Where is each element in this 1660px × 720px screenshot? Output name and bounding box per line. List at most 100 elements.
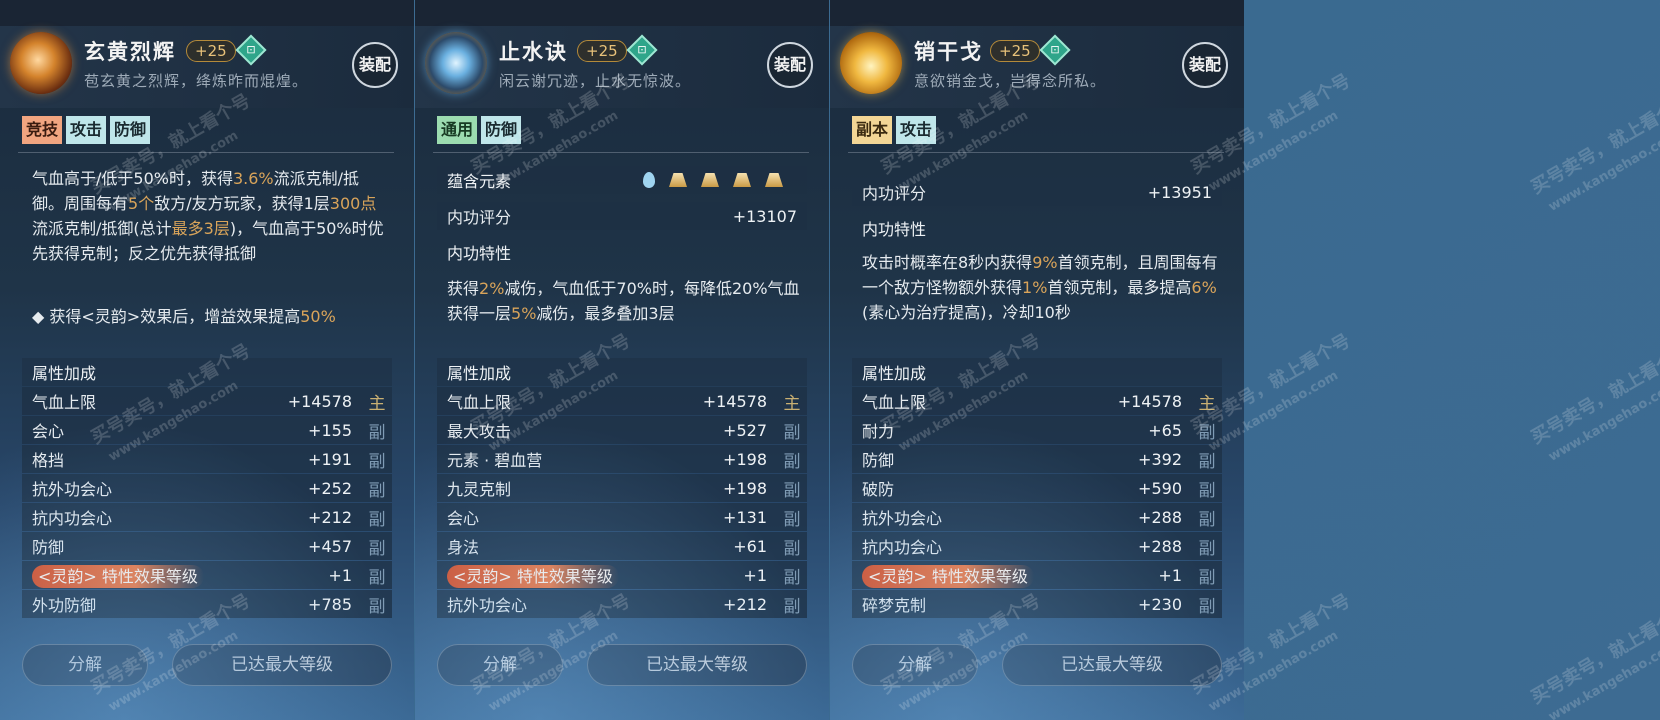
card-xuanhuang: 玄黄烈辉 +25 ⊡ 苞玄黄之烈辉，绛炼昨而焜煌。 装配 竞技 攻击 防御 气血… — [0, 0, 414, 720]
desc-text: 流派克制/抵御(总计 — [32, 219, 172, 238]
stat-label: 耐力 — [862, 422, 895, 441]
card-header: 玄黄烈辉 +25 ⊡ 苞玄黄之烈辉，绛炼昨而焜煌。 装配 — [0, 26, 414, 108]
lock-icon[interactable]: ⊡ — [235, 34, 267, 66]
stat-label: 气血上限 — [862, 393, 927, 412]
card-subtitle: 闲云谢冗迹，止水无惊波。 — [499, 72, 692, 90]
stat-label: 抗内功会心 — [862, 538, 943, 557]
highlight-value: 2% — [479, 279, 505, 298]
element-row: 蕴含元素 — [437, 166, 807, 194]
stat-label: 抗内功会心 — [32, 509, 113, 528]
section-label: 属性加成 — [32, 364, 97, 383]
stat-row: 格挡 +191 副 — [22, 445, 392, 473]
equip-button[interactable]: 装配 — [352, 42, 398, 88]
stat-value: +131 — [723, 507, 767, 527]
desc-text: 气血高于/低于50%时，获得 — [32, 169, 233, 188]
max-level-button[interactable]: 已达最大等级 — [172, 644, 392, 686]
stat-value: +288 — [1138, 507, 1182, 527]
card-top-bar — [415, 0, 829, 26]
stat-label: <灵韵> 特性效果等级 — [437, 563, 687, 588]
stat-kind: 副 — [368, 480, 386, 501]
max-level-button[interactable]: 已达最大等级 — [587, 644, 807, 686]
stat-label: 最大攻击 — [447, 422, 512, 441]
stat-kind: 副 — [368, 538, 386, 559]
stat-kind: 副 — [1198, 451, 1216, 472]
stat-kind: 副 — [368, 422, 386, 443]
stat-row: 会心 +131 副 — [437, 503, 807, 531]
stat-row: 身法 +61 副 — [437, 532, 807, 560]
stat-label: 抗外功会心 — [32, 480, 113, 499]
stat-value: +1 — [1158, 565, 1182, 585]
skill-gold-icon — [840, 32, 902, 94]
stat-value: +191 — [308, 449, 352, 469]
divider — [18, 152, 394, 153]
desc-text: (素心为治疗提高)，冷却10秒 — [862, 303, 1071, 322]
stat-value: +288 — [1138, 536, 1182, 556]
highlight-value: 1% — [1022, 278, 1048, 297]
stat-value: +590 — [1138, 478, 1182, 498]
stat-kind: 副 — [783, 596, 801, 617]
stat-row: 防御 +457 副 — [22, 532, 392, 560]
lock-icon[interactable]: ⊡ — [1039, 34, 1071, 66]
skill-fire-icon — [10, 32, 72, 94]
trait-header: 内功特性 — [447, 244, 512, 263]
tag-defense: 防御 — [481, 116, 522, 144]
stat-row: 抗外功会心 +212 副 — [437, 590, 807, 618]
equip-button[interactable]: 装配 — [767, 42, 813, 88]
stat-label: 身法 — [447, 538, 480, 557]
stat-kind: 副 — [368, 567, 386, 588]
card-top-bar — [830, 0, 1244, 26]
stat-label: 外功防御 — [32, 596, 97, 615]
stat-kind: 副 — [783, 451, 801, 472]
trait-bullet: ◆ 获得<灵韵>效果后，增益效果提高50% — [32, 304, 388, 329]
card-title: 玄黄烈辉 — [84, 40, 176, 64]
element-bell-icon — [733, 173, 751, 187]
level-badge: +25 — [990, 40, 1040, 62]
stat-kind: 副 — [1198, 567, 1216, 588]
card-top-bar — [0, 0, 414, 26]
stat-row: 抗外功会心 +252 副 — [22, 474, 392, 502]
card-subtitle: 意欲销金戈，岂得念所私。 — [914, 72, 1107, 90]
max-level-button[interactable]: 已达最大等级 — [1002, 644, 1222, 686]
trait-header: 内功特性 — [862, 220, 927, 239]
section-label: 属性加成 — [447, 364, 512, 383]
stat-value: +198 — [723, 449, 767, 469]
stat-row: 会心 +155 副 — [22, 416, 392, 444]
stat-label: 格挡 — [32, 451, 65, 470]
lock-icon[interactable]: ⊡ — [626, 34, 658, 66]
element-icons — [643, 172, 783, 188]
stat-kind: 副 — [368, 509, 386, 530]
decompose-button[interactable]: 分解 — [437, 644, 563, 686]
divider — [848, 152, 1224, 153]
stat-label: 会心 — [447, 509, 480, 528]
equip-button[interactable]: 装配 — [1182, 42, 1228, 88]
tag-attack: 攻击 — [66, 116, 107, 144]
stat-value: +14578 — [702, 391, 767, 411]
stat-kind: 主 — [1198, 393, 1216, 414]
stat-kind: 副 — [1198, 480, 1216, 501]
stat-kind: 副 — [783, 538, 801, 559]
tag-list: 副本 攻击 — [852, 116, 937, 144]
score-row: 内功评分 +13107 — [437, 202, 807, 230]
highlight-value: 6% — [1191, 278, 1217, 297]
desc-text: 首领克制，最多提高 — [1047, 278, 1192, 297]
stat-label: 元素 · 碧血营 — [447, 451, 543, 470]
stat-label: 破防 — [862, 480, 895, 499]
stat-value: +198 — [723, 478, 767, 498]
divider — [433, 152, 809, 153]
stat-label: <灵韵> 特性效果等级 — [852, 563, 1102, 588]
skill-water-icon — [425, 32, 487, 94]
stat-kind: 副 — [368, 451, 386, 472]
tag-attack: 攻击 — [896, 116, 937, 144]
watermark-url: www.kangehao.com — [1546, 128, 1660, 215]
card-title: 销干戈 — [914, 40, 983, 64]
stat-row: 气血上限 +14578 主 — [22, 387, 392, 415]
decompose-button[interactable]: 分解 — [852, 644, 978, 686]
highlight-value: 最多3层 — [171, 219, 230, 238]
stat-row: 元素 · 碧血营 +198 副 — [437, 445, 807, 473]
tag-list: 通用 防御 — [437, 116, 522, 144]
stat-value: +252 — [308, 478, 352, 498]
desc-text: ◆ 获得<灵韵>效果后，增益效果提高 — [32, 307, 301, 326]
decompose-button[interactable]: 分解 — [22, 644, 148, 686]
stat-row: 耐力 +65 副 — [852, 416, 1222, 444]
stat-label: 抗外功会心 — [862, 509, 943, 528]
